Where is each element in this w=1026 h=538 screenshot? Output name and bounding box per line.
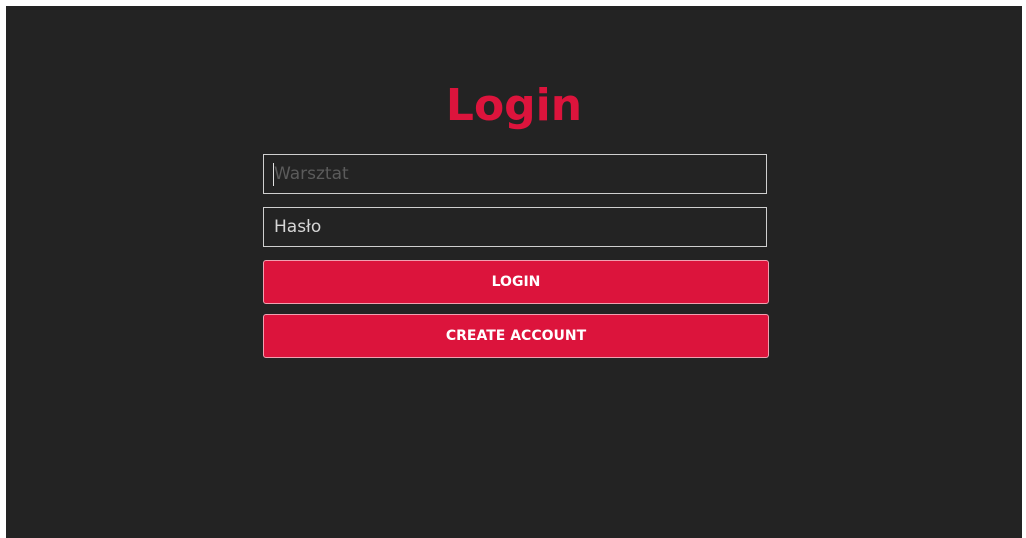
app-window: Login Warsztat Hasło LOGIN CREATE ACCOUN… [6,6,1022,538]
username-field[interactable]: Warsztat [263,154,767,194]
password-field[interactable]: Hasło [263,207,767,247]
login-button[interactable]: LOGIN [263,260,769,304]
create-account-button[interactable]: CREATE ACCOUNT [263,314,769,358]
page-title: Login [445,80,583,131]
username-placeholder: Warsztat [274,164,349,184]
password-value: Hasło [274,217,322,237]
